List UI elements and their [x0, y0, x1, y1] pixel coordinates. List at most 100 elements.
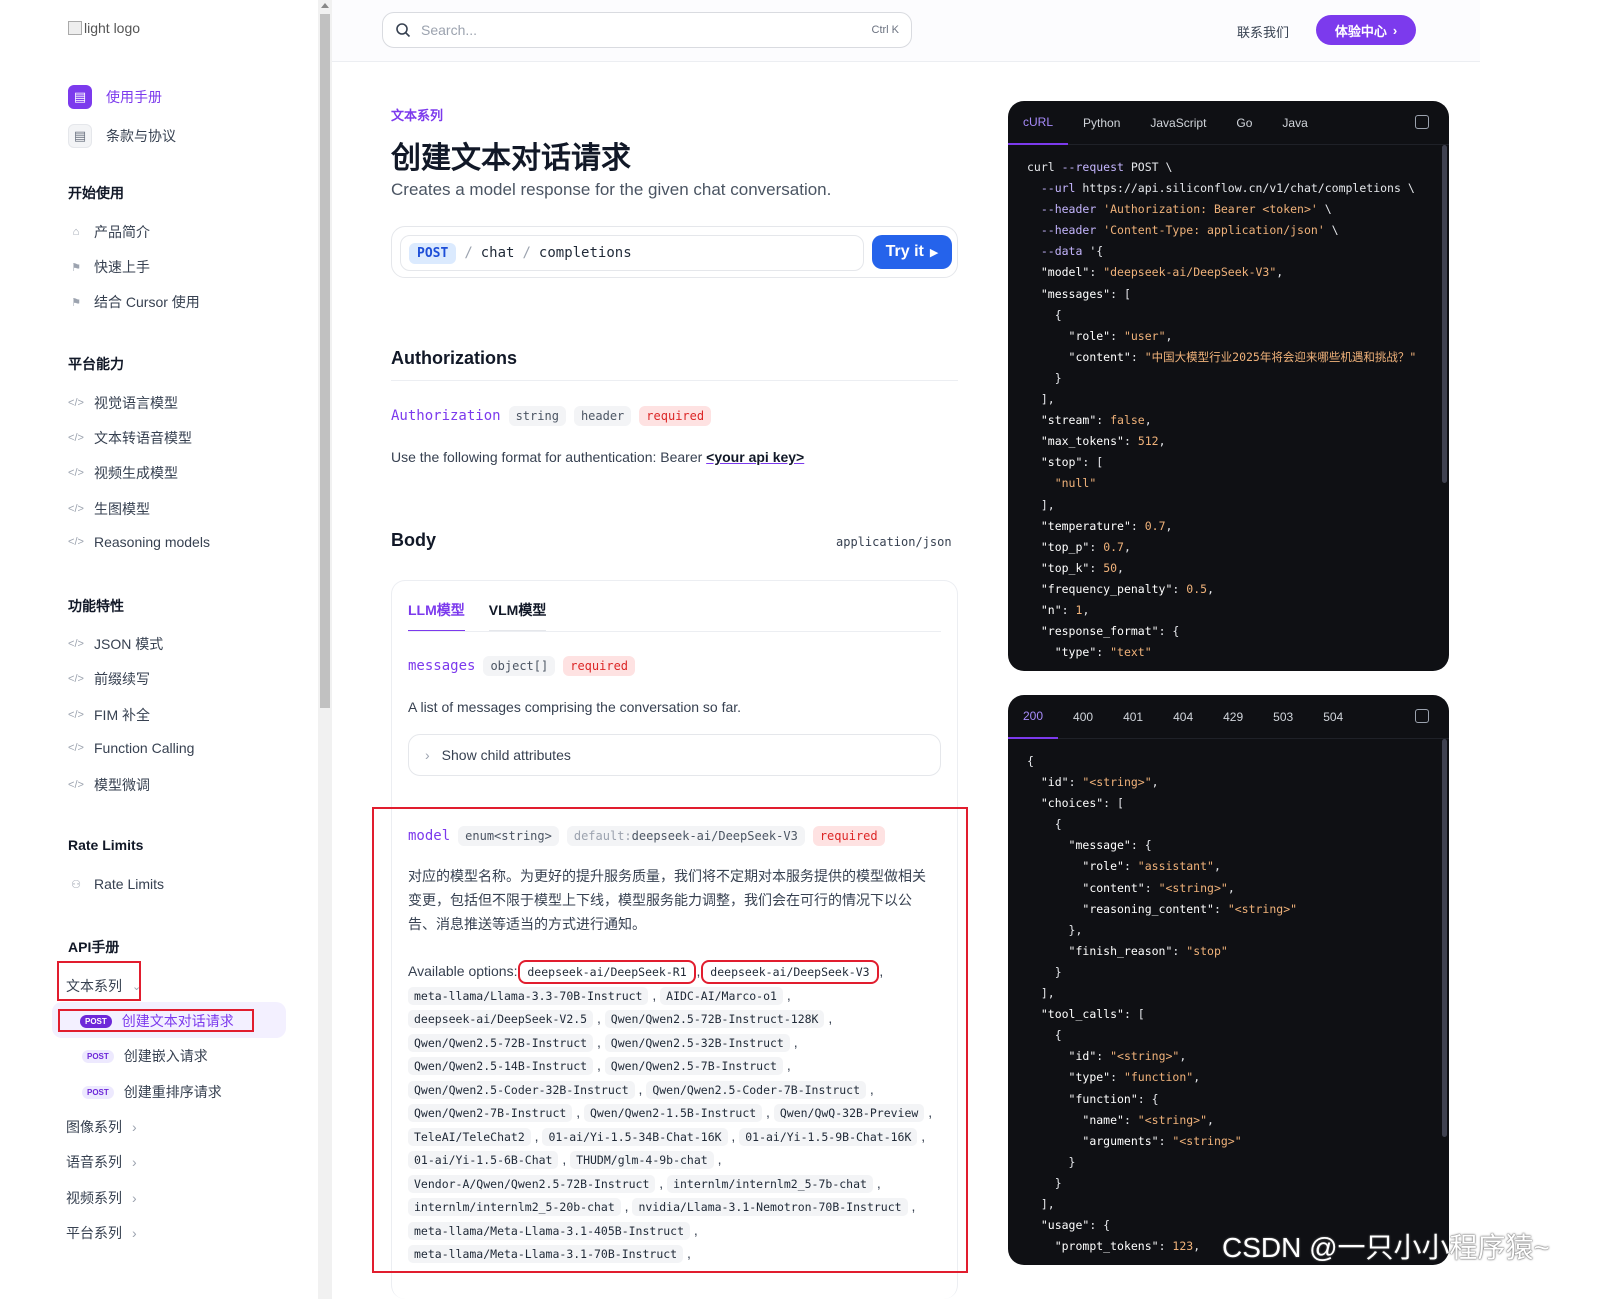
request-code-block: curl --request POST \ --url https://api.… [1027, 160, 1417, 660]
option-separator: , [593, 1057, 605, 1073]
home-icon: ⌂ [72, 226, 80, 238]
model-option: Vendor-A/Qwen/Qwen2.5-72B-Instruct [408, 1174, 656, 1193]
model-option: Qwen/Qwen2.5-32B-Instruct [604, 1033, 790, 1052]
sidebar-group-platform[interactable]: 平台系列 › [66, 1223, 137, 1243]
options-list: deepseek-ai/DeepSeek-R1 , deepseek-ai/De… [408, 960, 932, 1263]
endpoint-path[interactable]: POST / chat / completions [400, 235, 864, 271]
code-icon: </> [68, 638, 84, 650]
logo[interactable]: light logo [68, 20, 140, 36]
option-separator: , [727, 1127, 740, 1144]
sidebar-item-video[interactable]: </> 视频生成模型 [68, 463, 178, 483]
child-attributes-label: Show child attributes [441, 747, 571, 763]
tab-status-200[interactable]: 200 [1008, 695, 1059, 739]
tab-status-504[interactable]: 504 [1308, 695, 1358, 739]
model-tabs: LLM模型 VLM模型 [408, 600, 547, 632]
scrollbar-thumb[interactable] [320, 14, 330, 708]
auth-description: Use the following format for authenticat… [391, 445, 804, 469]
request-code-panel: cURL Python JavaScript Go Java curl --reques… [1008, 101, 1449, 671]
sidebar-item-label: 产品简介 [94, 224, 150, 240]
contact-link[interactable]: 联系我们 [1237, 22, 1289, 41]
sidebar-item-finetune[interactable]: </> 模型微调 [68, 775, 150, 795]
sidebar-item-quickstart[interactable]: ⚑ 快速上手 [68, 257, 150, 277]
post-badge: POST [82, 1085, 114, 1099]
tab-go[interactable]: Go [1221, 101, 1267, 145]
param-type: object[] [483, 656, 556, 676]
messages-param-row: messages object[] required [408, 656, 636, 676]
tab-vlm[interactable]: VLM模型 [488, 600, 547, 632]
sidebar-scrollbar[interactable] [318, 0, 332, 1299]
copy-icon[interactable] [1415, 115, 1429, 129]
sidebar-group-image[interactable]: 图像系列 › [66, 1117, 137, 1137]
option-separator: , [782, 1057, 791, 1073]
tab-java[interactable]: Java [1267, 101, 1322, 145]
status-code-tabs: 200 400 401 404 429 503 504 [1008, 695, 1449, 739]
top-link-manual[interactable]: ▤ 使用手册 [68, 85, 162, 109]
tab-status-503[interactable]: 503 [1258, 695, 1308, 739]
sidebar-item-cursor[interactable]: ⚑ 结合 Cursor 使用 [68, 292, 200, 312]
sidebar-item-label: 快速上手 [94, 259, 150, 275]
option-separator: , [530, 1127, 543, 1144]
sidebar-item-label: 视频系列 [66, 1190, 122, 1206]
option-separator: , [782, 986, 791, 1003]
flag-icon: ⚑ [71, 296, 81, 309]
sidebar-item-fim[interactable]: </> FIM 补全 [68, 705, 150, 725]
tab-status-400[interactable]: 400 [1058, 695, 1108, 739]
sidebar-group-text[interactable]: 文本系列 ⌄ [66, 976, 141, 996]
tab-status-404[interactable]: 404 [1158, 695, 1208, 739]
code-scrollbar[interactable] [1442, 739, 1447, 1137]
tab-status-429[interactable]: 429 [1208, 695, 1258, 739]
sidebar-item-label: Function Calling [94, 740, 195, 756]
sidebar-item-intro[interactable]: ⌂ 产品简介 [68, 222, 150, 242]
sidebar-item-rerank[interactable]: POST 创建重排序请求 [82, 1082, 222, 1102]
sidebar-item-reasoning[interactable]: </> Reasoning models [68, 534, 210, 550]
tab-python[interactable]: Python [1068, 101, 1135, 145]
sidebar-item-tts[interactable]: </> 文本转语音模型 [68, 428, 192, 448]
tab-curl[interactable]: cURL [1008, 101, 1069, 145]
sidebar-item-label: 前缀续写 [94, 671, 150, 687]
option-separator: , [872, 1174, 881, 1191]
param-name: model [408, 828, 451, 844]
sidebar-item-label: 平台系列 [66, 1225, 122, 1241]
model-option: TeleAI/TeleChat2 [408, 1127, 531, 1146]
sidebar-item-image[interactable]: </> 生图模型 [68, 499, 150, 519]
tab-llm[interactable]: LLM模型 [408, 600, 465, 632]
tab-javascript[interactable]: JavaScript [1135, 101, 1221, 145]
copy-icon[interactable] [1415, 709, 1429, 723]
model-description: 对应的模型名称。为更好的提升服务质量，我们将不定期对本服务提供的模型做相关变更，… [408, 868, 926, 932]
sidebar-group-audio[interactable]: 语音系列 › [66, 1152, 137, 1172]
show-child-attributes-button[interactable]: › Show child attributes [408, 734, 941, 776]
auth-heading: Authorizations [391, 348, 517, 368]
page-title: 创建文本对话请求 [391, 142, 631, 175]
try-it-button[interactable]: Try it ▶ [872, 235, 952, 269]
param-type: string [508, 406, 566, 426]
sidebar-item-vlm[interactable]: </> 视觉语言模型 [68, 393, 178, 413]
flag-icon: ⚑ [71, 261, 81, 274]
page-subtitle: Creates a model response for the given c… [391, 180, 832, 199]
sidebar-item-embeddings[interactable]: POST 创建嵌入请求 [82, 1046, 208, 1066]
sidebar: light logo ▤ 使用手册 ▤ 条款与协议 开始使用 ⌂ 产品简介 ⚑ 快速… [0, 0, 318, 1299]
search-input[interactable]: Search... Ctrl K [382, 12, 912, 48]
option-separator: , [683, 1245, 691, 1261]
scroll-up-arrow-icon[interactable] [321, 3, 329, 8]
param-name: messages [408, 658, 476, 674]
top-link-label: 条款与协议 [106, 128, 176, 144]
path-separator: / [522, 245, 531, 261]
model-option: Qwen/QwQ-32B-Preview [773, 1104, 925, 1122]
sidebar-item-function-calling[interactable]: </> Function Calling [68, 740, 194, 756]
code-scrollbar[interactable] [1442, 145, 1447, 483]
experience-center-button[interactable]: 体验中心 › [1316, 15, 1416, 45]
breadcrumb[interactable]: 文本系列 [391, 105, 443, 124]
sidebar-item-json[interactable]: </> JSON 模式 [68, 634, 163, 654]
sidebar-group-video[interactable]: 视频系列 › [66, 1188, 137, 1208]
chevron-right-icon: › [132, 1154, 137, 1170]
code-icon: </> [68, 397, 84, 409]
option-separator: , [655, 1174, 668, 1191]
tab-status-401[interactable]: 401 [1108, 695, 1158, 739]
top-link-terms[interactable]: ▤ 条款与协议 [68, 124, 176, 148]
api-key-link[interactable]: <your api key> [706, 449, 804, 465]
book-icon: ▤ [68, 85, 92, 109]
sidebar-item-prefix[interactable]: </> 前缀续写 [68, 669, 150, 689]
sidebar-item-chat-completions[interactable]: POST 创建文本对话请求 [80, 1011, 234, 1031]
option-separator: , [824, 1010, 833, 1026]
sidebar-item-rate-limits[interactable]: ⚇ Rate Limits [68, 876, 164, 892]
